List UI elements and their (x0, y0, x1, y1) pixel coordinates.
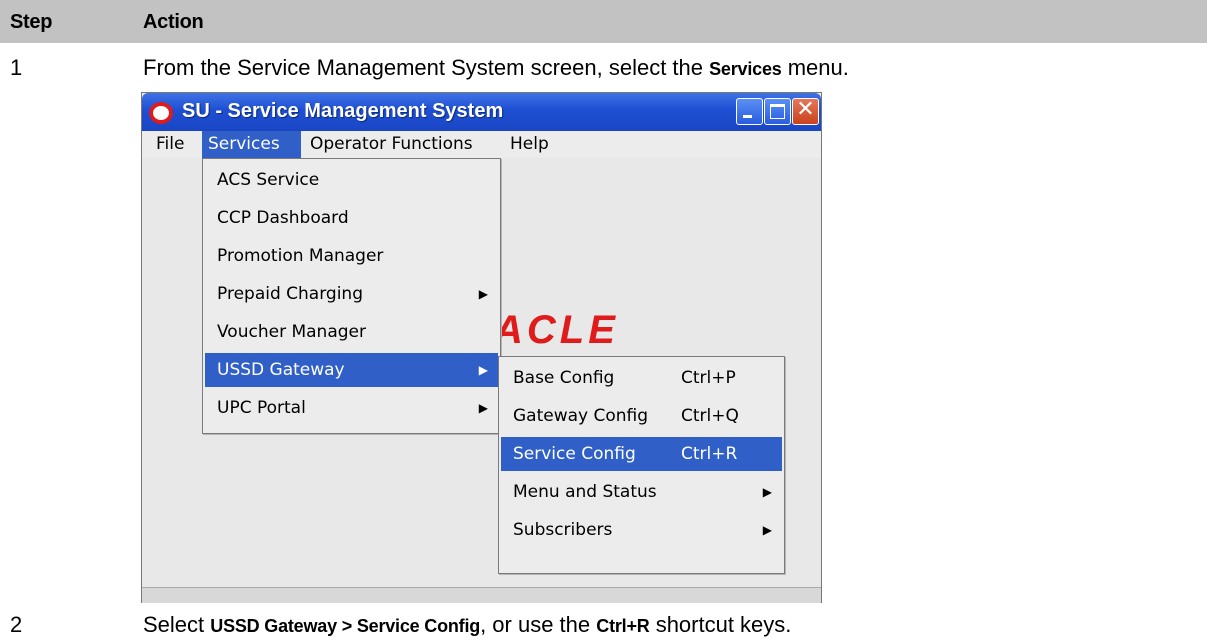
menu-item-label: Promotion Manager (217, 246, 384, 266)
step-1-text-pre: From the Service Management System scree… (143, 55, 710, 80)
menu-item-label: UPC Portal (217, 398, 306, 418)
menu-operator-functions[interactable]: Operator Functions (304, 131, 479, 158)
menu-item-promotion-manager[interactable]: Promotion Manager (205, 239, 498, 273)
step-2-bold-shortcut: Ctrl+R (596, 616, 650, 636)
menu-item-upc-portal[interactable]: UPC Portal ▶ (205, 391, 498, 425)
menu-item-ccp-dashboard[interactable]: CCP Dashboard (205, 201, 498, 235)
maximize-button[interactable] (764, 98, 791, 125)
menu-item-label: CCP Dashboard (217, 208, 349, 228)
menu-item-voucher-manager[interactable]: Voucher Manager (205, 315, 498, 349)
maximize-icon (770, 104, 785, 119)
menu-item-menu-and-status[interactable]: Menu and Status ▶ (501, 475, 782, 509)
step-2-text-post: shortcut keys. (649, 612, 792, 637)
menu-item-shortcut: Ctrl+Q (681, 406, 739, 426)
menu-item-service-config[interactable]: Service Config Ctrl+R (501, 437, 782, 471)
window-titlebar[interactable]: SU - Service Management System ✕ (142, 93, 821, 131)
services-menu: ACS Service CCP Dashboard Promotion Mana… (202, 158, 501, 434)
header-action: Action (143, 11, 204, 33)
step-1-text: From the Service Management System scree… (143, 55, 849, 81)
menu-item-label: Subscribers (513, 520, 613, 540)
menu-item-gateway-config[interactable]: Gateway Config Ctrl+Q (501, 399, 782, 433)
step-2-number: 2 (10, 612, 23, 637)
step-2-bold: USSD Gateway > Service Config (210, 616, 481, 636)
menu-item-shortcut: Ctrl+R (681, 444, 738, 464)
oracle-logo-icon (149, 102, 173, 124)
oracle-logo-fragment: ACLE (494, 315, 619, 345)
minimize-button[interactable] (736, 98, 763, 125)
menu-item-label: ACS Service (217, 170, 320, 190)
submenu-arrow-icon: ▶ (478, 363, 488, 377)
menu-item-label: USSD Gateway (217, 360, 345, 380)
menu-services[interactable]: Services (202, 131, 301, 158)
window-title: SU - Service Management System (182, 100, 504, 122)
menu-item-subscribers[interactable]: Subscribers ▶ (501, 513, 782, 547)
menu-item-label: Service Config (513, 444, 636, 464)
header-step: Step (10, 11, 53, 33)
step-1-number: 1 (10, 55, 23, 80)
menu-item-prepaid-charging[interactable]: Prepaid Charging ▶ (205, 277, 498, 311)
step-1-bold: Services (709, 59, 782, 79)
menu-item-label: Voucher Manager (217, 322, 366, 342)
ussd-gateway-submenu: Base Config Ctrl+P Gateway Config Ctrl+Q S… (498, 356, 785, 574)
step-1-text-post: menu. (781, 55, 849, 80)
status-bar (142, 587, 821, 603)
submenu-arrow-icon: ▶ (762, 523, 772, 537)
menu-item-label: Prepaid Charging (217, 284, 363, 304)
submenu-arrow-icon: ▶ (478, 287, 488, 301)
close-button[interactable]: ✕ (792, 97, 819, 125)
step-2-text-pre: Select (143, 612, 211, 637)
submenu-arrow-icon: ▶ (478, 401, 488, 415)
menu-item-label: Menu and Status (513, 482, 657, 502)
menu-item-label: Base Config (513, 368, 615, 388)
step-2-text: Select USSD Gateway > Service Config, or… (143, 612, 791, 638)
menu-file[interactable]: File (150, 131, 190, 158)
close-icon: ✕ (796, 97, 815, 122)
menu-item-shortcut: Ctrl+P (681, 368, 736, 388)
step-2-text-mid: , or use the (480, 612, 597, 637)
menu-item-acs-service[interactable]: ACS Service (205, 163, 498, 197)
submenu-arrow-icon: ▶ (762, 485, 772, 499)
menu-help[interactable]: Help (504, 131, 555, 158)
menu-item-ussd-gateway[interactable]: USSD Gateway ▶ (205, 353, 498, 387)
menu-item-base-config[interactable]: Base Config Ctrl+P (501, 361, 782, 395)
minimize-icon (743, 115, 752, 118)
app-window-screenshot: SU - Service Management System ✕ File Se… (141, 92, 822, 603)
menubar: File Services Operator Functions Help (142, 131, 821, 158)
table-header: Step Action (0, 0, 1207, 43)
menu-item-label: Gateway Config (513, 406, 649, 426)
